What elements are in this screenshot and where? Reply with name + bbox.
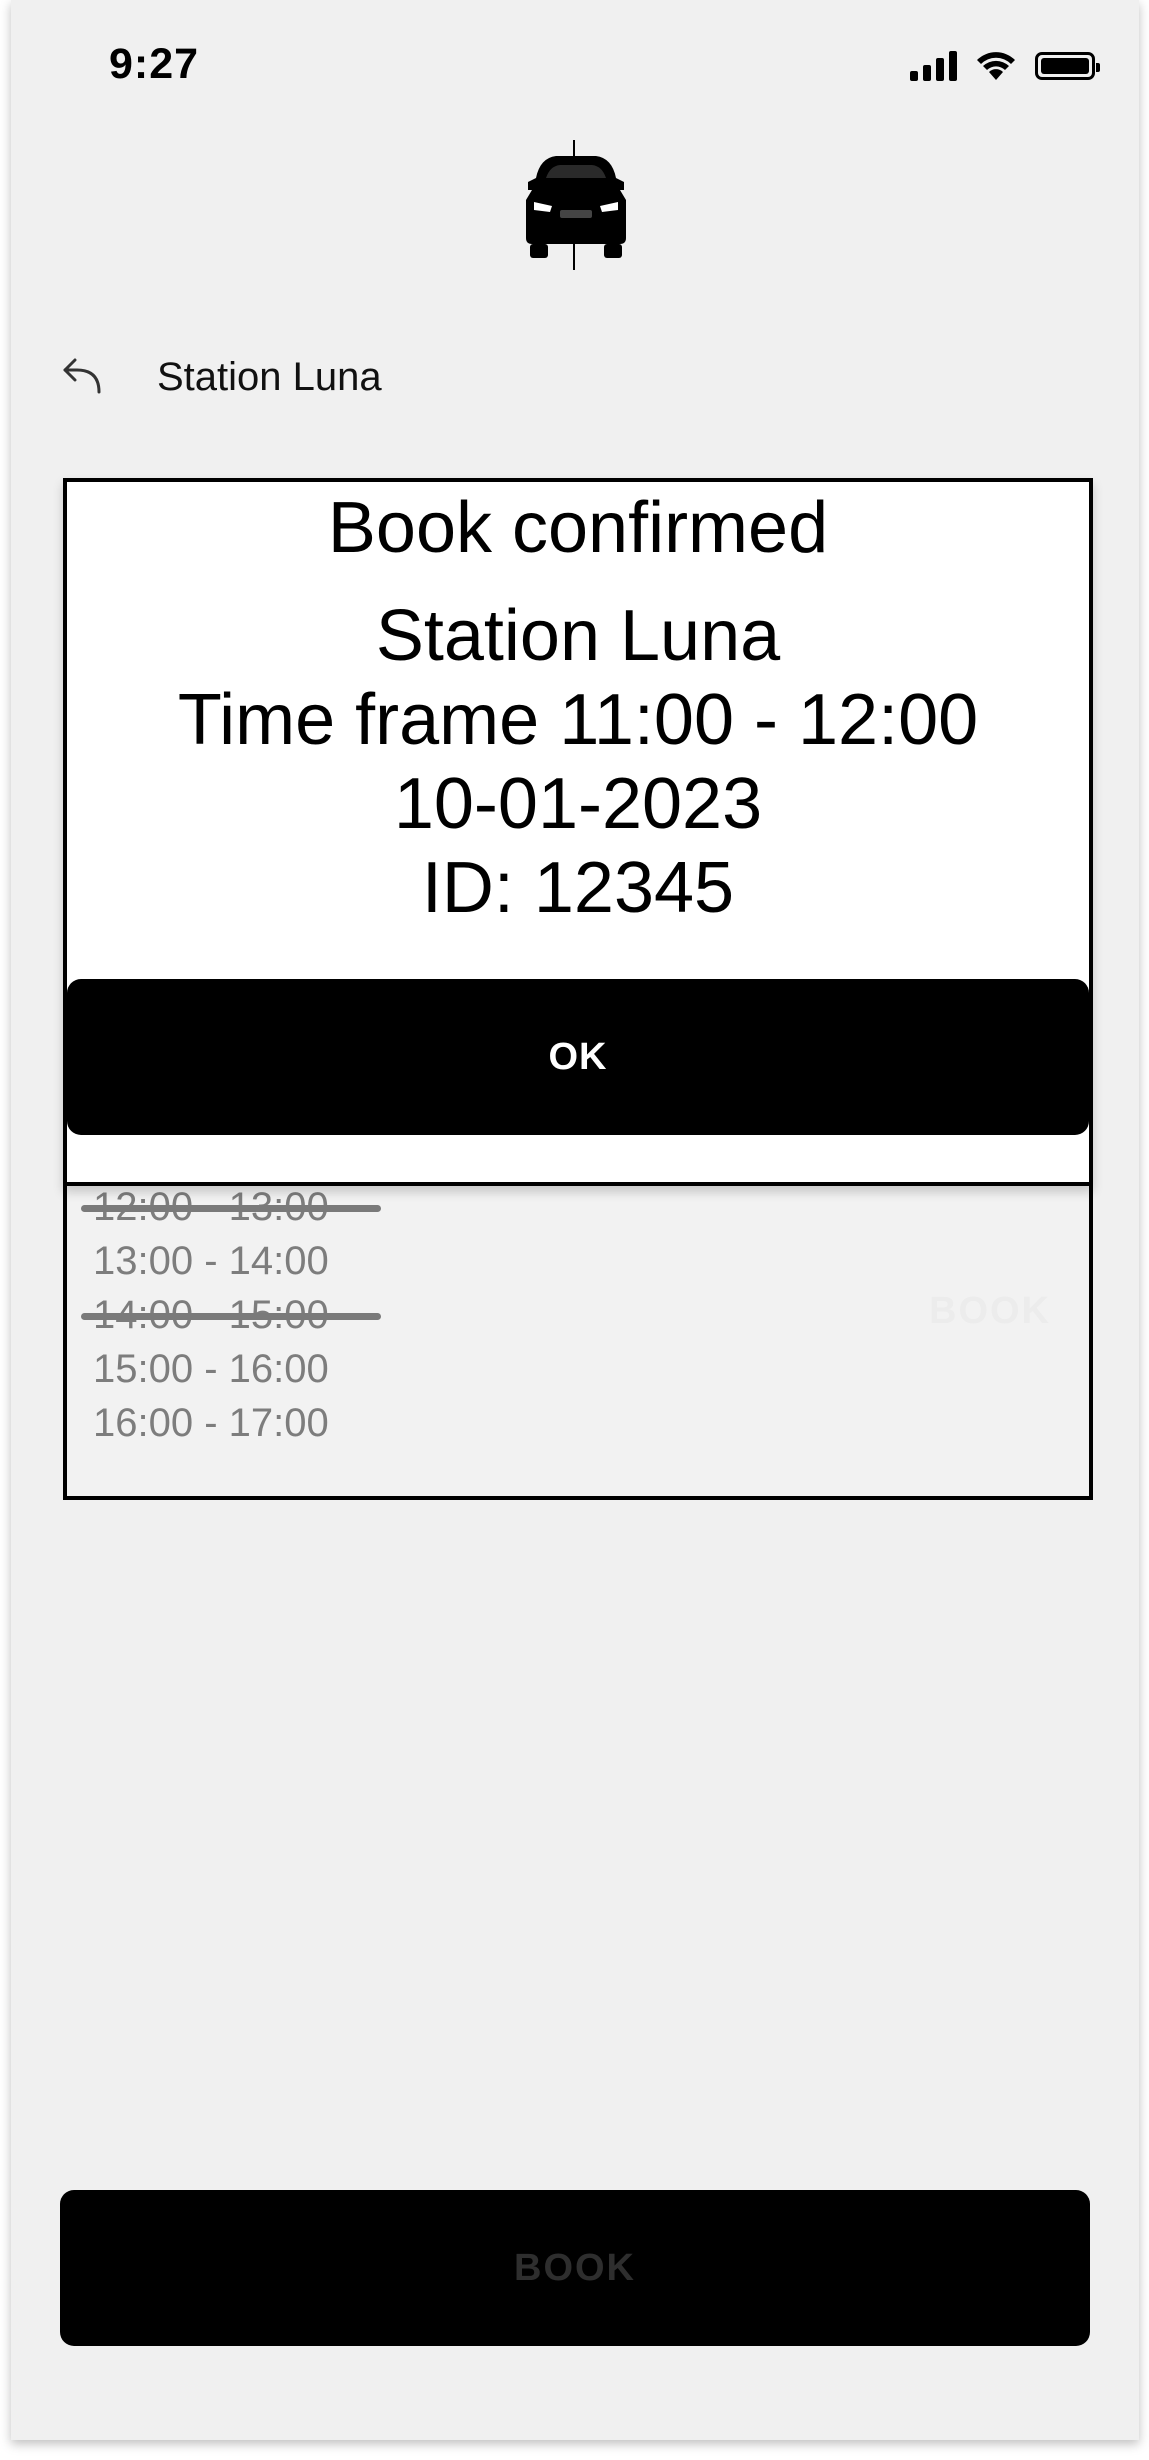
modal-station: Station Luna (375, 596, 781, 676)
status-icons (910, 50, 1100, 82)
booking-confirmation-modal: Book confirmed Station Luna Time frame 1… (63, 478, 1093, 1186)
back-arrow-icon[interactable] (59, 352, 107, 400)
modal-booking-id: ID: 12345 (421, 848, 735, 928)
ok-button[interactable]: OK (67, 979, 1089, 1135)
header-title: Station Luna (157, 355, 382, 399)
modal-date: 10-01-2023 (393, 764, 763, 844)
time-slot[interactable]: 15:00 - 16:00 (93, 1342, 493, 1396)
battery-icon (1035, 52, 1100, 80)
phone-screen: 9:27 Station Luna 12:00 - 13:00 13:00 - (11, 0, 1139, 2440)
modal-time-frame: Time frame 11:00 - 12:00 (177, 680, 979, 760)
modal-title: Book confirmed (327, 488, 829, 568)
status-time: 9:27 (109, 40, 200, 88)
car-icon (526, 140, 626, 270)
wifi-icon (977, 52, 1015, 80)
time-slot[interactable]: 13:00 - 14:00 (93, 1234, 493, 1288)
card-book-label: BOOK (929, 1290, 1051, 1332)
time-slot-unavailable: 12:00 - 13:00 (81, 1180, 493, 1234)
time-slot-list: 12:00 - 13:00 13:00 - 14:00 14:00 - 15:0… (81, 1180, 493, 1450)
modal-details: Station Luna Time frame 11:00 - 12:00 10… (67, 594, 1089, 930)
time-slot[interactable]: 16:00 - 17:00 (93, 1396, 493, 1450)
time-slot-unavailable: 14:00 - 15:00 (81, 1288, 493, 1342)
book-button[interactable]: BOOK (60, 2190, 1090, 2346)
signal-icon (910, 51, 957, 81)
